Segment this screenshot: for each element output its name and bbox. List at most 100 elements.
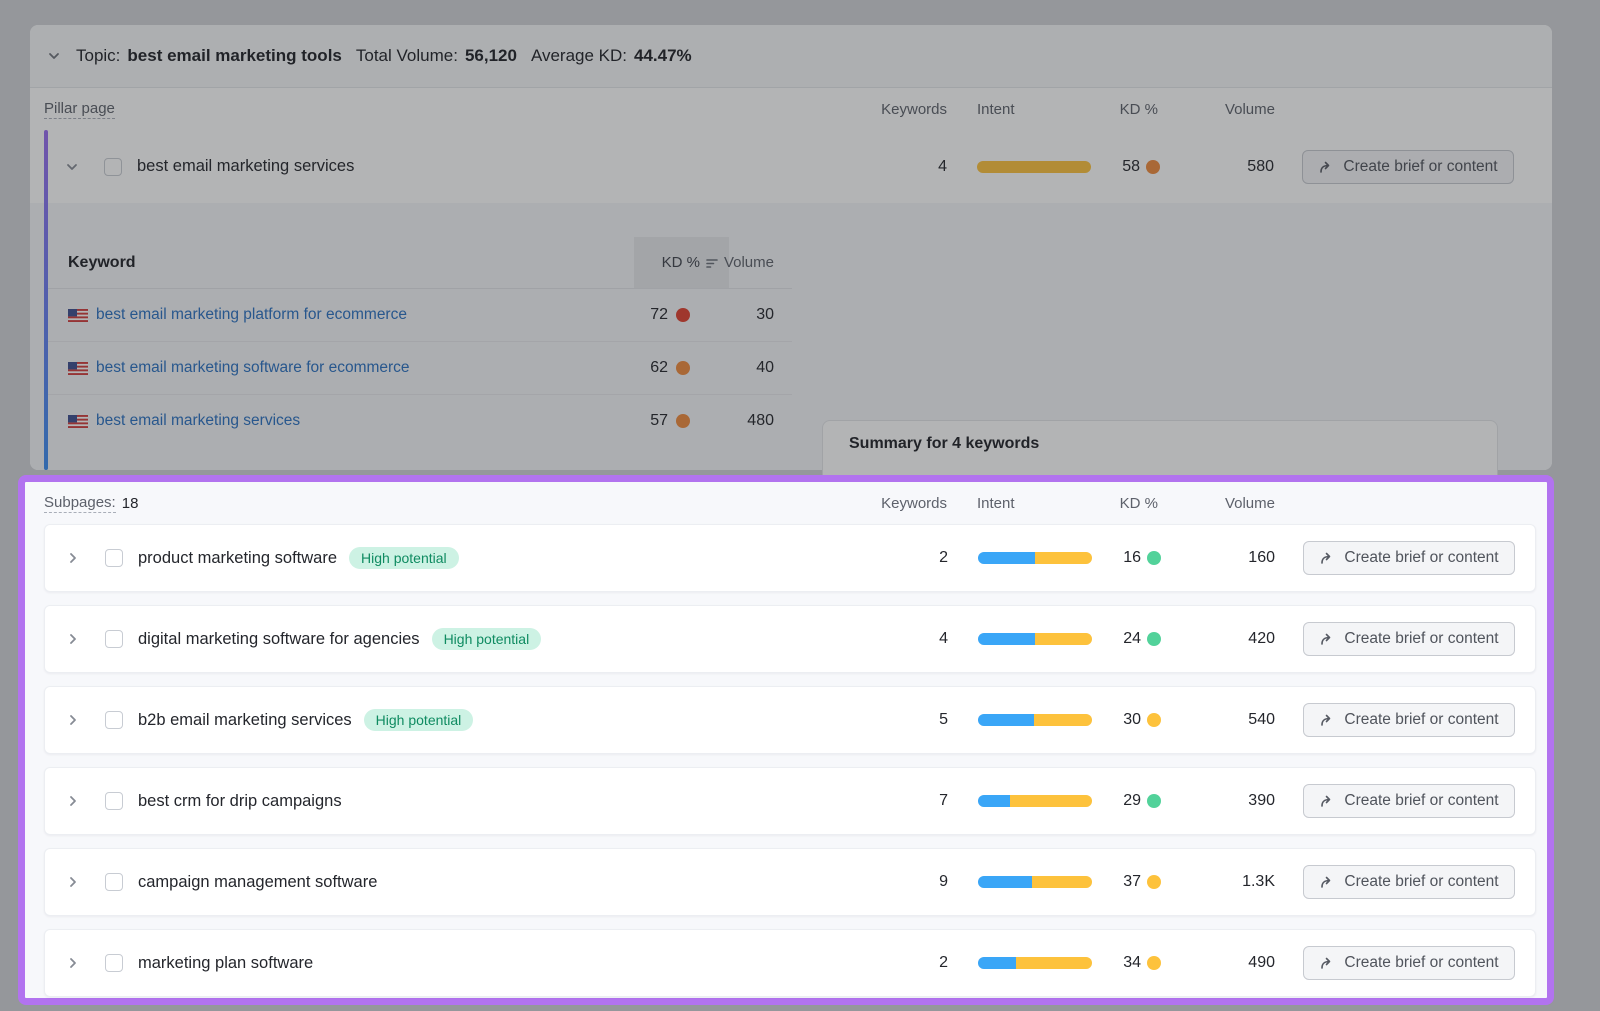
kd-value: 62 — [588, 342, 668, 394]
row-checkbox[interactable] — [105, 711, 123, 729]
col-intent: Intent — [977, 88, 1015, 130]
subpage-title: product marketing software — [138, 549, 337, 568]
row-checkbox[interactable] — [105, 873, 123, 891]
row-checkbox[interactable] — [105, 549, 123, 567]
forward-arrow-icon — [1319, 955, 1335, 971]
summary-title: Summary for 4 keywords — [849, 435, 1471, 453]
keyword-row: best email marketing platform for ecomme… — [48, 289, 792, 342]
average-kd-label: Average KD: — [531, 46, 627, 66]
subpage-title: marketing plan software — [138, 954, 313, 973]
subpage-row[interactable]: best crm for drip campaigns 7 29 390 Cre… — [44, 767, 1536, 835]
subpages-section: Subpages: 18 Keywords Intent KD % Volume… — [18, 475, 1554, 1005]
chevron-right-icon[interactable] — [65, 550, 81, 566]
keyword-link[interactable]: best email marketing services — [96, 412, 300, 430]
kd-dot — [1147, 794, 1161, 808]
forward-arrow-icon — [1319, 631, 1335, 647]
us-flag-icon — [68, 309, 88, 322]
kd-value: 72 — [588, 289, 668, 341]
row-checkbox[interactable] — [105, 630, 123, 648]
col-volume: Volume — [1175, 482, 1275, 524]
kd-value: 57 — [588, 395, 668, 447]
pillar-volume-value: 580 — [1174, 130, 1274, 203]
subpage-row[interactable]: product marketing software High potentia… — [44, 524, 1536, 592]
forward-arrow-icon — [1319, 550, 1335, 566]
pillar-checkbox[interactable] — [104, 158, 122, 176]
subpages-count: 18 — [122, 495, 139, 512]
create-brief-button[interactable]: Create brief or content — [1303, 703, 1515, 737]
keyword-table-header: Keyword KD % Volume — [48, 237, 792, 289]
kd-value: 29 — [1061, 768, 1141, 834]
col-volume: Volume — [674, 237, 774, 288]
pillar-row[interactable]: best email marketing services 4 58 580 C… — [30, 130, 1552, 203]
subpages-label[interactable]: Subpages: — [44, 494, 116, 513]
keyword-link[interactable]: best email marketing software for ecomme… — [96, 359, 410, 377]
high-potential-badge: High potential — [349, 547, 459, 569]
subpage-row[interactable]: digital marketing software for agencies … — [44, 605, 1536, 673]
col-kd: KD % — [1078, 482, 1158, 524]
subpages-header: Subpages: 18 Keywords Intent KD % Volume — [25, 482, 1547, 524]
create-brief-button[interactable]: Create brief or content — [1303, 865, 1515, 899]
kd-dot — [1147, 956, 1161, 970]
topic-label: Topic: — [76, 46, 120, 66]
page: Topic: best email marketing tools Total … — [0, 0, 1600, 1011]
chevron-right-icon[interactable] — [65, 793, 81, 809]
volume-value: 420 — [1175, 606, 1275, 672]
pillar-page-label[interactable]: Pillar page — [44, 100, 115, 119]
total-volume-label: Total Volume: — [356, 46, 458, 66]
row-checkbox[interactable] — [105, 954, 123, 972]
keywords-count: 4 — [848, 606, 948, 672]
chevron-right-icon[interactable] — [65, 631, 81, 647]
subpage-rows: product marketing software High potentia… — [44, 524, 1536, 1010]
volume-value: 160 — [1175, 525, 1275, 591]
col-intent: Intent — [977, 482, 1015, 524]
kd-dot — [1147, 551, 1161, 565]
keywords-count: 2 — [848, 930, 948, 996]
forward-arrow-icon — [1319, 712, 1335, 728]
subpage-row[interactable]: marketing plan software 2 34 490 Create … — [44, 929, 1536, 997]
pillar-accent-border — [44, 130, 48, 470]
chevron-down-icon[interactable] — [64, 159, 80, 175]
create-brief-label: Create brief or content — [1344, 630, 1498, 648]
subpage-row[interactable]: campaign management software 9 37 1.3K C… — [44, 848, 1536, 916]
kd-value: 24 — [1061, 606, 1141, 672]
keyword-row: best email marketing services 57 480 — [48, 395, 792, 447]
col-keywords: Keywords — [847, 482, 947, 524]
volume-value: 30 — [674, 289, 774, 341]
create-brief-button[interactable]: Create brief or content — [1303, 622, 1515, 656]
volume-value: 1.3K — [1175, 849, 1275, 915]
create-brief-button[interactable]: Create brief or content — [1302, 150, 1514, 184]
kd-value: 30 — [1061, 687, 1141, 753]
subpage-row[interactable]: b2b email marketing services High potent… — [44, 686, 1536, 754]
chevron-right-icon[interactable] — [65, 955, 81, 971]
kd-value: 16 — [1061, 525, 1141, 591]
kd-dot — [1147, 632, 1161, 646]
us-flag-icon — [68, 362, 88, 375]
pillar-expanded-area: Keyword KD % Volume — [30, 203, 1552, 470]
high-potential-badge: High potential — [432, 628, 542, 650]
kd-dot — [1147, 713, 1161, 727]
col-kd: KD % — [1078, 88, 1158, 130]
chevron-down-icon[interactable] — [46, 48, 62, 64]
forward-arrow-icon — [1319, 874, 1335, 890]
volume-value: 480 — [674, 395, 774, 447]
topic-card: Topic: best email marketing tools Total … — [30, 25, 1552, 470]
forward-arrow-icon — [1318, 159, 1334, 175]
row-checkbox[interactable] — [105, 792, 123, 810]
volume-value: 390 — [1175, 768, 1275, 834]
keyword-link[interactable]: best email marketing platform for ecomme… — [96, 306, 407, 324]
chevron-right-icon[interactable] — [65, 874, 81, 890]
create-brief-label: Create brief or content — [1344, 549, 1498, 567]
keyword-table: Keyword KD % Volume — [48, 237, 792, 447]
keywords-count: 5 — [848, 687, 948, 753]
subpage-title: campaign management software — [138, 873, 377, 892]
create-brief-button[interactable]: Create brief or content — [1303, 946, 1515, 980]
create-brief-button[interactable]: Create brief or content — [1303, 541, 1515, 575]
create-brief-label: Create brief or content — [1344, 954, 1498, 972]
chevron-right-icon[interactable] — [65, 712, 81, 728]
kd-dot — [1147, 875, 1161, 889]
us-flag-icon — [68, 415, 88, 428]
create-brief-label: Create brief or content — [1344, 711, 1498, 729]
keyword-row: best email marketing software for ecomme… — [48, 342, 792, 395]
create-brief-button[interactable]: Create brief or content — [1303, 784, 1515, 818]
kd-value: 34 — [1061, 930, 1141, 996]
